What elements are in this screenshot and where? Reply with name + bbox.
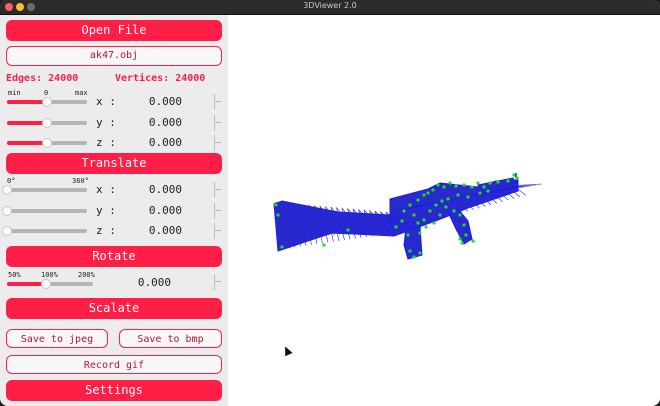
open-file-button[interactable]: Open File (6, 20, 222, 41)
rotate-x-value[interactable]: 0.000 (122, 183, 182, 196)
translate-z-value[interactable]: 0.000 (122, 136, 182, 149)
rotate-x-slider[interactable] (7, 188, 87, 192)
translate-min-label: min (8, 89, 21, 97)
scale-mid-label: 100% (41, 271, 58, 279)
rotate-x-spinner[interactable] (214, 182, 223, 198)
translate-z-label: z : (96, 136, 116, 149)
slider-fill (7, 121, 47, 125)
rotate-y-label: y : (96, 204, 116, 217)
save-bmp-button[interactable]: Save to bmp (119, 329, 222, 348)
ak47-wireframe-model (273, 173, 542, 260)
scale-spinner[interactable] (214, 274, 223, 290)
translate-x-label: x : (96, 95, 116, 108)
title-bar: 3DViewer 2.0 (0, 0, 660, 15)
translate-x-value[interactable]: 0.000 (122, 95, 182, 108)
rotate-min-label: 0° (7, 177, 16, 185)
model-viewport[interactable] (228, 15, 660, 406)
translate-y-value[interactable]: 0.000 (122, 116, 182, 129)
rotate-z-spinner[interactable] (214, 223, 223, 239)
translate-max-label: max (75, 89, 88, 97)
translate-y-spinner[interactable] (214, 115, 223, 131)
translate-z-spinner[interactable] (214, 135, 223, 151)
translate-x-slider-knob[interactable] (42, 97, 52, 107)
scale-value[interactable]: 0.000 (111, 276, 171, 289)
rotate-button[interactable]: Rotate (6, 246, 222, 267)
rotate-y-value[interactable]: 0.000 (122, 204, 182, 217)
rotate-y-slider-knob[interactable] (2, 206, 12, 216)
translate-x-spinner[interactable] (214, 94, 223, 110)
rotate-z-slider-knob[interactable] (2, 226, 12, 236)
scale-min-label: 50% (8, 271, 21, 279)
slider-fill (7, 282, 46, 286)
control-panel: Open File ak47.obj Edges: 24000 Vertices… (0, 15, 228, 406)
model-render (273, 173, 542, 260)
scalate-button[interactable]: Scalate (6, 298, 222, 319)
translate-y-label: y : (96, 116, 116, 129)
save-jpeg-button[interactable]: Save to jpeg (6, 329, 108, 348)
file-name-field[interactable]: ak47.obj (6, 46, 222, 66)
slider-fill (7, 141, 47, 145)
rotate-z-slider[interactable] (7, 229, 87, 233)
slider-fill (7, 100, 47, 104)
window-title: 3DViewer 2.0 (303, 1, 357, 10)
rotate-y-spinner[interactable] (214, 203, 223, 219)
app-window: 3DViewer 2.0 Open File ak47.obj Edges: 2… (0, 0, 660, 406)
translate-button[interactable]: Translate (6, 153, 222, 174)
rotate-z-label: z : (96, 224, 116, 237)
rotate-z-value[interactable]: 0.000 (122, 224, 182, 237)
rotate-y-slider[interactable] (7, 209, 87, 213)
rotate-max-label: 360° (72, 177, 89, 185)
rotate-x-slider-knob[interactable] (2, 185, 12, 195)
translate-y-slider-knob[interactable] (42, 118, 52, 128)
vertices-count: Vertices: 24000 (115, 73, 206, 84)
translate-mid-label: 0 (44, 89, 49, 97)
record-gif-button[interactable]: Record gif (6, 355, 222, 374)
rotate-x-label: x : (96, 183, 116, 196)
edges-count: Edges: 24000 (6, 73, 79, 84)
settings-button[interactable]: Settings (6, 380, 222, 401)
scale-max-label: 200% (78, 271, 95, 279)
scale-slider-knob[interactable] (40, 279, 51, 289)
translate-z-slider-knob[interactable] (42, 138, 52, 148)
